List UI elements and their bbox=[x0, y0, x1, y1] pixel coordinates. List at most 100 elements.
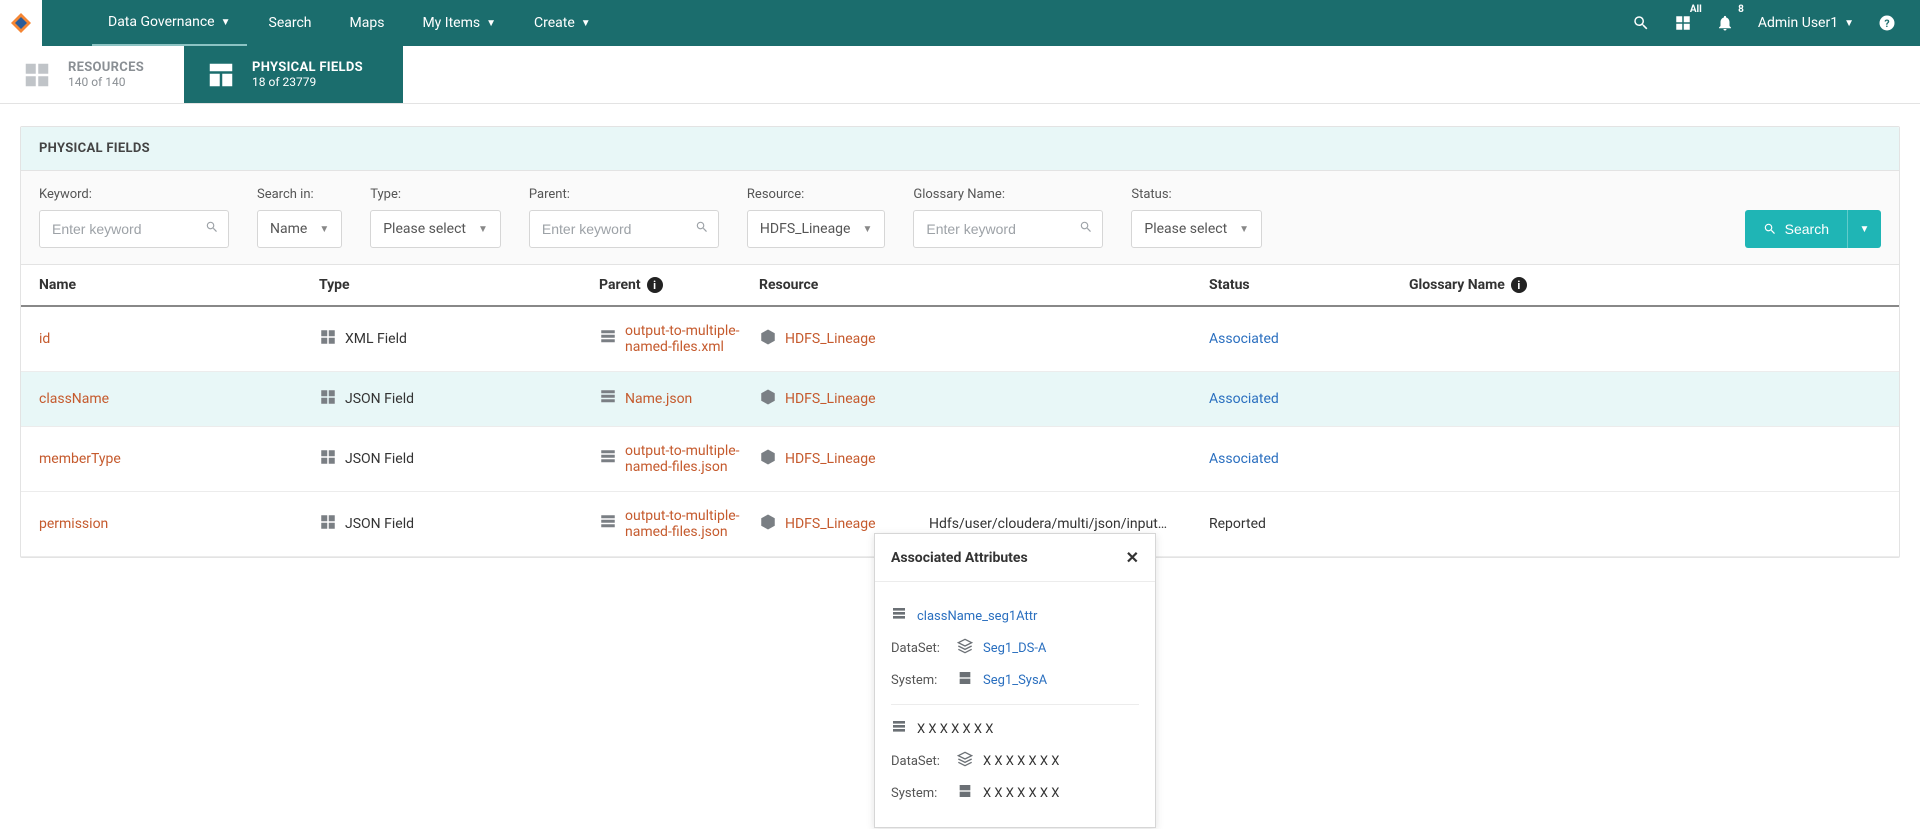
row-status: Reported bbox=[1209, 516, 1266, 532]
filter-row: Keyword: Search in: Name▼ Type: Please s… bbox=[21, 171, 1899, 265]
resource-icon bbox=[759, 448, 777, 470]
popover-title: Associated Attributes bbox=[891, 550, 1028, 566]
system-label: System: bbox=[891, 786, 947, 801]
dataset-label: DataSet: bbox=[891, 641, 947, 656]
row-status[interactable]: Associated bbox=[1209, 331, 1279, 347]
nav-data-governance[interactable]: Data Governance▼ bbox=[92, 0, 247, 46]
tab-resources[interactable]: RESOURCES 140 of 140 bbox=[0, 46, 184, 103]
status-label: Status: bbox=[1131, 187, 1262, 202]
row-type: JSON Field bbox=[345, 451, 414, 467]
badge-all: All bbox=[1690, 4, 1702, 15]
help-icon[interactable]: ? bbox=[1878, 14, 1896, 32]
popover-section: className_seg1Attr DataSet:Seg1_DS-A Sys… bbox=[891, 592, 1139, 705]
search-in-select[interactable]: Name▼ bbox=[257, 210, 342, 248]
col-glossary[interactable]: Glossary Namei bbox=[1409, 277, 1881, 293]
table-row: memberType JSON Field output-to-multiple… bbox=[21, 427, 1899, 492]
tab-resources-sub: 140 of 140 bbox=[68, 75, 144, 89]
search-icon[interactable] bbox=[1632, 14, 1650, 32]
type-label: Type: bbox=[370, 187, 501, 202]
tab-bar: RESOURCES 140 of 140 PHYSICAL FIELDS 18 … bbox=[0, 46, 1920, 104]
nav-create[interactable]: Create▼ bbox=[518, 0, 607, 46]
row-name[interactable]: className bbox=[39, 391, 109, 407]
col-resource[interactable]: Resource bbox=[759, 277, 929, 293]
nav-right: All 8 Admin User1▼ ? bbox=[1632, 14, 1920, 32]
tab-fields-sub: 18 of 23779 bbox=[252, 75, 363, 89]
nav-search[interactable]: Search bbox=[253, 0, 328, 46]
parent-input[interactable] bbox=[529, 210, 719, 248]
parent-icon bbox=[599, 328, 617, 350]
status-select[interactable]: Please select▼ bbox=[1131, 210, 1262, 248]
search-button[interactable]: Search bbox=[1745, 210, 1847, 248]
row-parent[interactable]: output-to-multiple-named-files.json bbox=[625, 508, 759, 540]
row-type: JSON Field bbox=[345, 391, 414, 407]
logo[interactable] bbox=[0, 0, 42, 46]
close-icon[interactable]: ✕ bbox=[1126, 548, 1139, 567]
table-body: id XML Field output-to-multiple-named-fi… bbox=[21, 307, 1899, 557]
user-menu[interactable]: Admin User1▼ bbox=[1758, 15, 1854, 31]
row-name[interactable]: permission bbox=[39, 516, 108, 532]
row-name[interactable]: id bbox=[39, 331, 50, 347]
row-type: JSON Field bbox=[345, 516, 414, 532]
attribute-icon bbox=[891, 719, 907, 739]
info-icon: i bbox=[1511, 277, 1527, 293]
keyword-input[interactable] bbox=[39, 210, 229, 248]
row-type: XML Field bbox=[345, 331, 407, 347]
col-path[interactable] bbox=[929, 277, 1209, 293]
nav-my-items[interactable]: My Items▼ bbox=[406, 0, 512, 46]
glossary-label: Glossary Name: bbox=[913, 187, 1103, 202]
bell-icon[interactable]: 8 bbox=[1716, 14, 1734, 32]
badge-count: 8 bbox=[1738, 4, 1744, 15]
row-resource[interactable]: HDFS_Lineage bbox=[785, 391, 876, 407]
search-caret-button[interactable]: ▼ bbox=[1847, 210, 1881, 248]
col-status[interactable]: Status bbox=[1209, 277, 1409, 293]
grid-icon[interactable]: All bbox=[1674, 14, 1692, 32]
nav-maps[interactable]: Maps bbox=[334, 0, 401, 46]
type-icon bbox=[319, 448, 337, 470]
search-icon bbox=[205, 220, 219, 238]
resource-icon bbox=[759, 328, 777, 350]
row-name[interactable]: memberType bbox=[39, 451, 121, 467]
row-status[interactable]: Associated bbox=[1209, 451, 1279, 467]
resource-icon bbox=[759, 513, 777, 535]
glossary-input[interactable] bbox=[913, 210, 1103, 248]
chevron-down-icon: ▼ bbox=[486, 18, 496, 29]
row-status[interactable]: Associated bbox=[1209, 391, 1279, 407]
row-parent[interactable]: Name.json bbox=[625, 391, 692, 407]
col-parent[interactable]: Parenti bbox=[599, 277, 759, 293]
popover-section: X X X X X X X DataSet:X X X X X X X Syst… bbox=[891, 705, 1139, 817]
row-parent[interactable]: output-to-multiple-named-files.xml bbox=[625, 323, 759, 355]
chevron-down-icon: ▼ bbox=[319, 224, 329, 235]
svg-text:?: ? bbox=[1884, 17, 1889, 30]
chevron-down-icon: ▼ bbox=[1844, 18, 1854, 29]
chevron-down-icon: ▼ bbox=[862, 224, 872, 235]
attribute-icon bbox=[891, 606, 907, 626]
nav-items: Data Governance▼ Search Maps My Items▼ C… bbox=[92, 0, 607, 46]
table-row: id XML Field output-to-multiple-named-fi… bbox=[21, 307, 1899, 372]
chevron-down-icon: ▼ bbox=[581, 18, 591, 29]
dataset-value[interactable]: Seg1_DS-A bbox=[983, 641, 1046, 656]
chevron-down-icon: ▼ bbox=[1860, 224, 1870, 235]
chevron-down-icon: ▼ bbox=[221, 17, 231, 28]
row-resource[interactable]: HDFS_Lineage bbox=[785, 516, 876, 532]
search-icon bbox=[1079, 220, 1093, 238]
type-select[interactable]: Please select▼ bbox=[370, 210, 501, 248]
col-type[interactable]: Type bbox=[319, 277, 599, 293]
row-resource[interactable]: HDFS_Lineage bbox=[785, 451, 876, 467]
parent-label: Parent: bbox=[529, 187, 719, 202]
keyword-label: Keyword: bbox=[39, 187, 229, 202]
system-value[interactable]: Seg1_SysA bbox=[983, 673, 1047, 688]
attribute-name[interactable]: className_seg1Attr bbox=[917, 609, 1037, 624]
resources-icon bbox=[20, 58, 54, 92]
tab-resources-title: RESOURCES bbox=[68, 60, 144, 75]
tab-fields-title: PHYSICAL FIELDS bbox=[252, 60, 363, 75]
search-icon bbox=[695, 220, 709, 238]
resource-icon bbox=[759, 388, 777, 410]
col-name[interactable]: Name bbox=[39, 277, 319, 293]
table-row: className JSON Field Name.json HDFS_Line… bbox=[21, 372, 1899, 427]
panel-title: PHYSICAL FIELDS bbox=[21, 127, 1899, 171]
row-resource[interactable]: HDFS_Lineage bbox=[785, 331, 876, 347]
tab-physical-fields[interactable]: PHYSICAL FIELDS 18 of 23779 bbox=[184, 46, 403, 103]
row-parent[interactable]: output-to-multiple-named-files.json bbox=[625, 443, 759, 475]
search-in-label: Search in: bbox=[257, 187, 342, 202]
resource-select[interactable]: HDFS_Lineage▼ bbox=[747, 210, 885, 248]
